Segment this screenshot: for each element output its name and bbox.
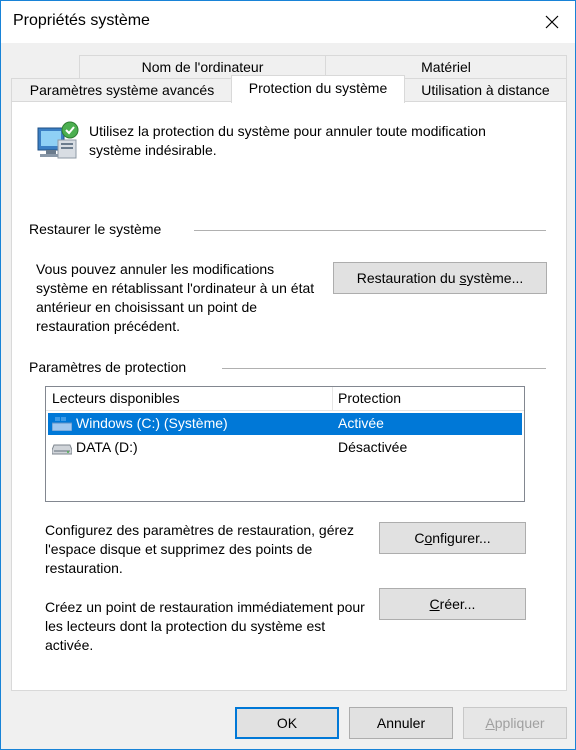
- restore-group-title: Restaurer le système: [29, 221, 162, 237]
- tab-strip: Nom de l'ordinateur Matériel Paramètres …: [11, 55, 567, 103]
- tab-remote[interactable]: Utilisation à distance: [404, 78, 567, 102]
- button-label: Annuler: [376, 715, 426, 731]
- tab-label: Paramètres système avancés: [29, 82, 215, 98]
- drive-status: Activée: [338, 415, 384, 431]
- system-protection-icon: [37, 121, 79, 159]
- system-properties-window: Propriétés système Nom de l'ordinateur M…: [0, 0, 576, 750]
- drive-status: Désactivée: [338, 439, 408, 455]
- drive-name: DATA (D:): [76, 439, 138, 455]
- system-restore-button[interactable]: Restauration du système...: [333, 262, 547, 294]
- configure-button[interactable]: Configurer...: [379, 522, 526, 554]
- column-separator[interactable]: [332, 387, 333, 411]
- drive-row-c[interactable]: Windows (C:) (Système) Activée: [48, 413, 522, 435]
- window-title: Propriétés système: [13, 12, 150, 29]
- tab-system-protection[interactable]: Protection du système: [231, 75, 405, 103]
- configure-description: Configurez des paramètres de restauratio…: [45, 522, 354, 576]
- drive-row-d[interactable]: DATA (D:) Désactivée: [48, 437, 522, 459]
- drives-list-header: Lecteurs disponibles Protection: [46, 387, 524, 411]
- intro-text: Utilisez la protection du système pour a…: [89, 123, 486, 158]
- button-label: Configurer...: [414, 530, 491, 546]
- title-bar[interactable]: Propriétés système: [1, 1, 575, 43]
- create-button[interactable]: Créer...: [379, 588, 526, 620]
- button-label: Créer...: [429, 596, 476, 612]
- tab-label: Matériel: [421, 59, 471, 75]
- restore-group-divider: [194, 230, 546, 231]
- tab-label: Protection du système: [248, 79, 388, 96]
- button-label: Restauration du système...: [356, 270, 524, 286]
- tab-advanced-settings[interactable]: Paramètres système avancés: [11, 78, 233, 102]
- protection-group-divider: [222, 368, 546, 369]
- tab-panel: Utilisez la protection du système pour a…: [11, 101, 567, 691]
- windows-drive-icon: [52, 417, 72, 431]
- column-header-drives[interactable]: Lecteurs disponibles: [52, 390, 180, 406]
- tab-label: Nom de l'ordinateur: [141, 59, 264, 75]
- tab-label: Utilisation à distance: [421, 82, 550, 98]
- apply-button[interactable]: Appliquer: [463, 707, 567, 739]
- column-header-protection[interactable]: Protection: [338, 390, 401, 406]
- close-icon: [545, 15, 559, 29]
- drives-list[interactable]: Lecteurs disponibles Protection Windows …: [45, 386, 525, 502]
- ok-button[interactable]: OK: [235, 707, 339, 739]
- drive-name: Windows (C:) (Système): [76, 415, 228, 431]
- close-button[interactable]: [529, 1, 575, 43]
- hard-drive-icon: [52, 444, 72, 455]
- cancel-button[interactable]: Annuler: [349, 707, 453, 739]
- button-label: Appliquer: [485, 715, 545, 731]
- button-label: OK: [276, 715, 298, 731]
- create-description: Créez un point de restauration immédiate…: [45, 599, 365, 653]
- restore-description: Vous pouvez annuler les modifications sy…: [36, 261, 315, 334]
- protection-group-title: Paramètres de protection: [29, 359, 187, 375]
